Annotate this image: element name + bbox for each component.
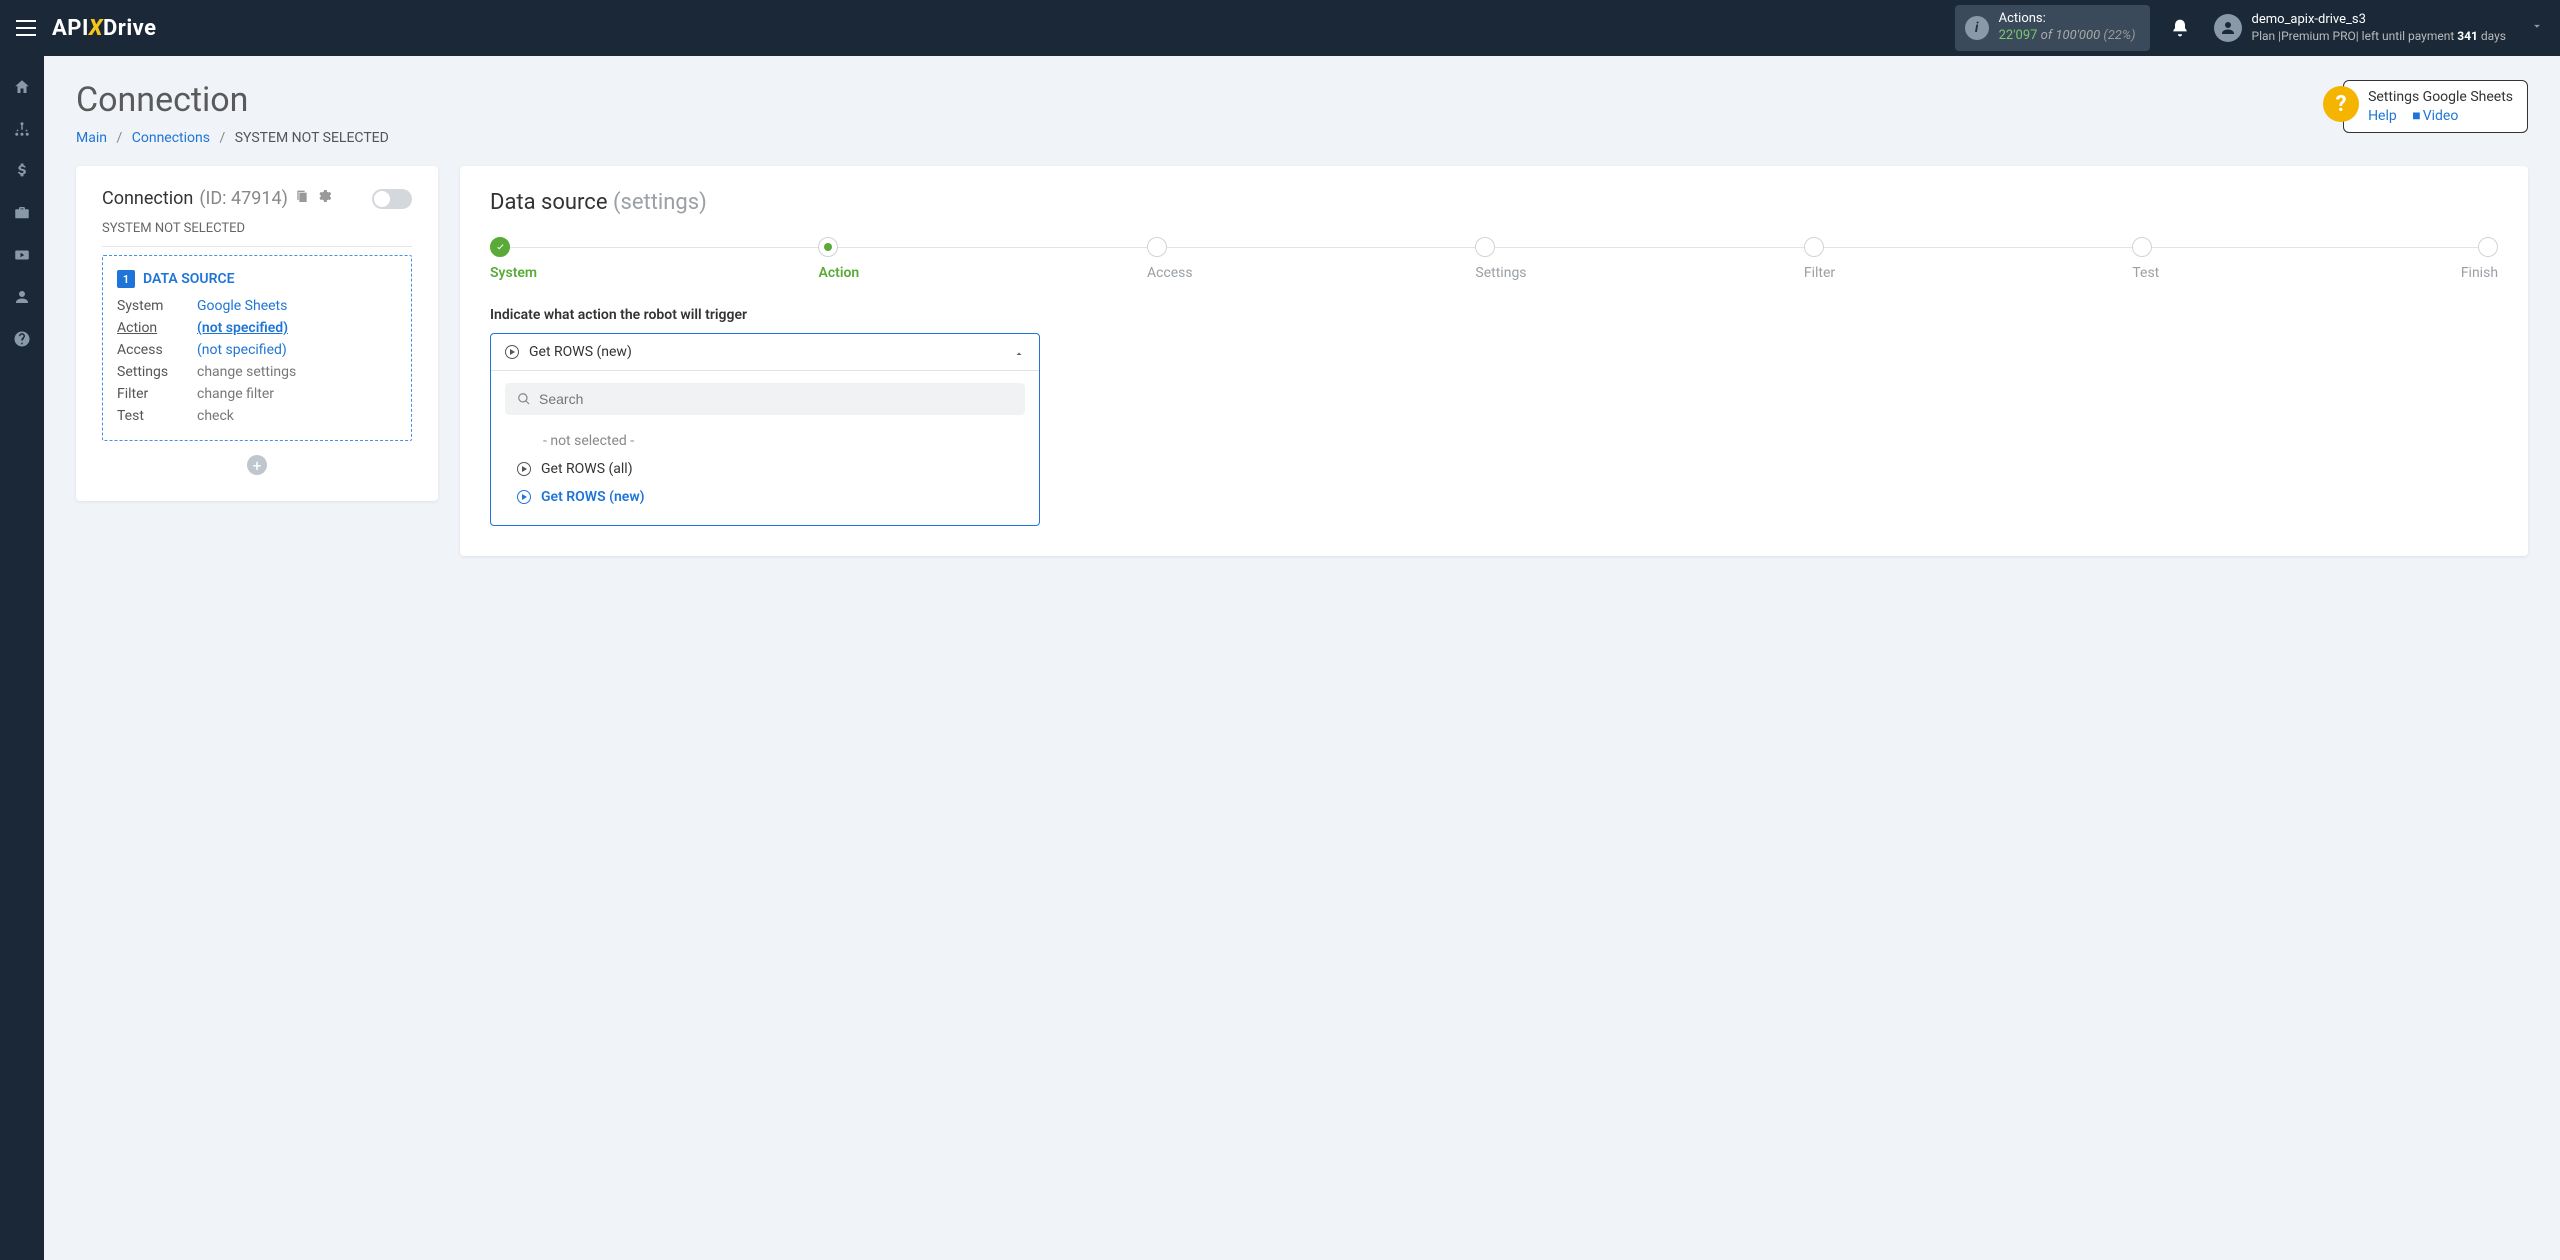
copy-icon[interactable] bbox=[294, 188, 310, 209]
help-badge-icon[interactable]: ? bbox=[2323, 86, 2359, 122]
ds-row-system-label: System bbox=[117, 298, 197, 314]
brand-pre: API bbox=[52, 16, 89, 41]
video-link[interactable]: ■Video bbox=[2412, 108, 2458, 124]
settings-title: Data source (settings) bbox=[490, 190, 2498, 215]
search-icon bbox=[517, 392, 531, 406]
ds-row-settings-label: Settings bbox=[117, 364, 197, 380]
ds-row-settings-value[interactable]: change settings bbox=[197, 364, 397, 380]
breadcrumb-connections[interactable]: Connections bbox=[132, 130, 210, 146]
gear-icon[interactable] bbox=[316, 188, 332, 209]
action-field-label: Indicate what action the robot will trig… bbox=[490, 307, 2498, 323]
ds-row-system-value[interactable]: Google Sheets bbox=[197, 298, 397, 314]
user-menu[interactable]: demo_apix-drive_s3 Plan |Premium PRO| le… bbox=[2214, 12, 2506, 44]
action-dropdown: - not selected - Get ROWS (all) Get ROWS… bbox=[491, 370, 1039, 525]
nav-video-icon[interactable] bbox=[0, 236, 44, 274]
connection-card: Connection (ID: 47914) SYSTEM NOT SELECT… bbox=[76, 166, 438, 501]
nav-help-icon[interactable] bbox=[0, 320, 44, 358]
connection-toggle[interactable] bbox=[372, 189, 412, 209]
play-icon bbox=[517, 462, 531, 476]
brand-x: X bbox=[89, 16, 103, 41]
breadcrumb-main[interactable]: Main bbox=[76, 130, 107, 146]
settings-card: Data source (settings) System Action Acc… bbox=[460, 166, 2528, 556]
ds-row-filter-value[interactable]: change filter bbox=[197, 386, 397, 402]
play-icon bbox=[517, 490, 531, 504]
action-select-head[interactable]: Get ROWS (new) bbox=[491, 334, 1039, 370]
breadcrumb-current: SYSTEM NOT SELECTED bbox=[235, 130, 389, 146]
nav-home-icon[interactable] bbox=[0, 68, 44, 106]
step-settings[interactable]: Settings bbox=[1475, 237, 1803, 281]
bell-icon[interactable] bbox=[2170, 18, 2190, 38]
chevron-up-icon bbox=[1013, 344, 1025, 360]
option-get-rows-all[interactable]: Get ROWS (all) bbox=[505, 455, 1025, 483]
step-action[interactable]: Action bbox=[818, 237, 1146, 281]
ds-row-access-value[interactable]: (not specified) bbox=[197, 342, 397, 358]
help-box: ? Settings Google Sheets Help ■Video bbox=[2343, 80, 2528, 133]
actions-label: Actions: bbox=[1999, 11, 2136, 28]
step-finish[interactable]: Finish bbox=[2461, 237, 2498, 281]
nav-billing-icon[interactable] bbox=[0, 152, 44, 190]
brand-logo[interactable]: APIXDrive bbox=[52, 16, 157, 41]
ds-heading: DATA SOURCE bbox=[143, 271, 235, 287]
chevron-down-icon[interactable] bbox=[2530, 19, 2544, 37]
brand-post: Drive bbox=[103, 16, 157, 41]
add-destination-button[interactable]: + bbox=[247, 455, 267, 475]
connection-id: (ID: 47914) bbox=[199, 188, 288, 209]
ds-row-filter-label: Filter bbox=[117, 386, 197, 402]
help-link[interactable]: Help bbox=[2368, 108, 2397, 124]
actions-used: 22'097 bbox=[1999, 28, 2038, 43]
actions-text: Actions: 22'097 of 100'000 (22%) bbox=[1999, 11, 2136, 45]
step-system[interactable]: System bbox=[490, 237, 818, 281]
avatar-icon bbox=[2214, 14, 2242, 42]
connection-subtitle: SYSTEM NOT SELECTED bbox=[102, 221, 412, 247]
user-text: demo_apix-drive_s3 Plan |Premium PRO| le… bbox=[2252, 12, 2506, 44]
step-test[interactable]: Test bbox=[2132, 237, 2460, 281]
info-icon: i bbox=[1965, 16, 1989, 40]
user-name: demo_apix-drive_s3 bbox=[2252, 12, 2506, 29]
breadcrumb: Main / Connections / SYSTEM NOT SELECTED bbox=[76, 130, 389, 146]
action-select[interactable]: Get ROWS (new) - not selected - Get ROWS… bbox=[490, 333, 1040, 526]
actions-counter[interactable]: i Actions: 22'097 of 100'000 (22%) bbox=[1955, 5, 2150, 51]
action-selected-value: Get ROWS (new) bbox=[529, 344, 632, 360]
video-icon: ■ bbox=[2412, 108, 2420, 124]
main-content: Connection Main / Connections / SYSTEM N… bbox=[44, 56, 2560, 580]
search-row bbox=[505, 383, 1025, 415]
menu-icon[interactable] bbox=[16, 20, 36, 36]
nav-user-icon[interactable] bbox=[0, 278, 44, 316]
nav-briefcase-icon[interactable] bbox=[0, 194, 44, 232]
nav-connections-icon[interactable] bbox=[0, 110, 44, 148]
option-get-rows-new[interactable]: Get ROWS (new) bbox=[505, 483, 1025, 511]
page-title: Connection bbox=[76, 80, 389, 120]
ds-row-access-label: Access bbox=[117, 342, 197, 358]
search-input[interactable] bbox=[539, 391, 1013, 407]
step-filter[interactable]: Filter bbox=[1804, 237, 2132, 281]
ds-row-action-label: Action bbox=[117, 320, 197, 336]
ds-row-action-value[interactable]: (not specified) bbox=[197, 320, 397, 336]
side-nav bbox=[0, 56, 44, 1260]
connection-card-title: Connection bbox=[102, 188, 193, 209]
data-source-box: 1 DATA SOURCE System Google Sheets Actio… bbox=[102, 255, 412, 441]
help-title: Settings Google Sheets bbox=[2368, 89, 2513, 105]
option-not-selected[interactable]: - not selected - bbox=[505, 427, 1025, 455]
step-access[interactable]: Access bbox=[1147, 237, 1475, 281]
ds-number-badge: 1 bbox=[117, 270, 135, 288]
stepper: System Action Access Settings Filter Tes… bbox=[490, 237, 2498, 281]
ds-row-test-value[interactable]: check bbox=[197, 408, 397, 424]
top-bar: APIXDrive i Actions: 22'097 of 100'000 (… bbox=[0, 0, 2560, 56]
play-icon bbox=[505, 345, 519, 359]
ds-row-test-label: Test bbox=[117, 408, 197, 424]
